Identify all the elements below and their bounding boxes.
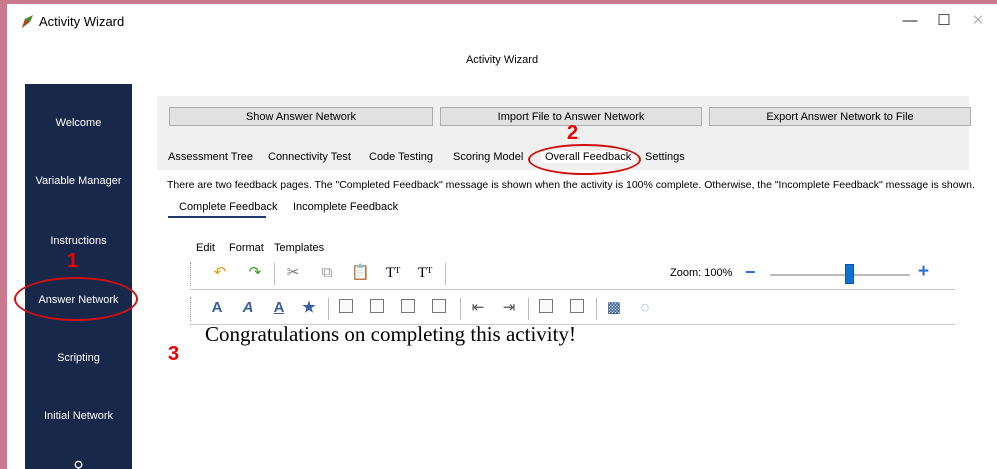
editor-body-text[interactable]: Congratulations on completing this activ… [205,322,576,347]
sidebar-item-scripting[interactable]: Scripting [25,352,132,364]
tab-code-testing[interactable]: Code Testing [369,151,433,163]
maximize-button[interactable]: ☐ [927,10,961,32]
italic-icon[interactable]: A [239,299,257,317]
align-left-icon[interactable] [337,299,355,317]
outdent-icon[interactable]: ⇤ [469,299,487,317]
cut-icon[interactable]: ✂ [284,264,302,282]
zoom-in-icon[interactable]: + [918,261,929,283]
search-icon[interactable]: ⚲ [25,458,132,469]
zoom-slider-track[interactable] [770,274,910,276]
toolbar-grip[interactable] [190,297,193,321]
toolbar-standard: ↶ ↷ ✂ ⧉ 📋 Tᵀ Tᵀ Zoom: 100% − + [190,259,955,290]
justify-icon[interactable] [430,299,448,317]
zoom-label: Zoom: 100% [670,267,733,279]
menu-templates[interactable]: Templates [274,242,324,254]
subtab-complete-feedback[interactable]: Complete Feedback [179,201,277,213]
subtab-incomplete-feedback[interactable]: Incomplete Feedback [293,201,398,213]
show-answer-network-button[interactable]: Show Answer Network [169,107,433,126]
menu-edit[interactable]: Edit [196,242,215,254]
sidebar-item-instructions[interactable]: Instructions [25,235,132,247]
window-title: Activity Wizard [39,14,125,29]
tab-connectivity-test[interactable]: Connectivity Test [268,151,351,163]
toolbar-separator [274,263,275,285]
align-center-icon[interactable] [368,299,386,317]
text-color-icon[interactable]: ★ [300,299,318,317]
tab-assessment-tree[interactable]: Assessment Tree [168,151,253,163]
export-answer-network-button[interactable]: Export Answer Network to File [709,107,971,126]
zoom-out-icon[interactable]: − [745,262,756,283]
sidebar-item-initial-network[interactable]: Initial Network [25,410,132,422]
bold-icon[interactable]: A [208,299,226,317]
redo-icon[interactable]: ↷ [246,264,264,282]
zoom-slider-thumb[interactable] [845,264,854,284]
toolbar-formatting: A A A ★ ⇤ ⇥ ▩ ◌ [190,294,955,325]
tab-scoring-model[interactable]: Scoring Model [453,151,523,163]
feedback-content: There are two feedback pages. The "Compl… [157,170,975,469]
toolbar-separator [596,298,597,320]
align-right-icon[interactable] [399,299,417,317]
app-window: Activity Wizard — ☐ ✕ Activity Wizard We… [7,4,997,469]
font-size-decrease-icon[interactable]: Tᵀ [384,264,402,282]
annotation-number-3: 3 [168,343,180,365]
annotation-number-1: 1 [67,250,79,272]
toolbar-grip[interactable] [190,262,193,286]
toolbar-separator [445,263,446,285]
numbered-list-icon[interactable] [537,299,555,317]
menu-format[interactable]: Format [229,242,264,254]
paste-icon[interactable]: 📋 [351,264,370,282]
toolbar-separator [328,298,329,320]
copy-icon[interactable]: ⧉ [318,264,336,282]
annotation-oval-1 [14,277,138,321]
undo-icon[interactable]: ↶ [211,264,229,282]
page-title: Activity Wizard [465,54,539,66]
bullet-list-icon[interactable] [568,299,586,317]
annotation-number-2: 2 [567,122,579,144]
minimize-button[interactable]: — [893,10,927,32]
annotation-oval-2 [528,144,641,175]
toolbar-separator [528,298,529,320]
font-size-increase-icon[interactable]: Tᵀ [416,264,434,282]
app-icon [22,15,33,28]
insert-image-icon[interactable]: ▩ [605,299,623,317]
subtab-active-indicator [168,216,266,218]
insert-link-icon[interactable]: ◌ [636,299,654,317]
title-bar: Activity Wizard — ☐ ✕ [7,4,997,38]
sidebar-item-variable-manager[interactable]: Variable Manager [25,175,132,187]
tab-settings[interactable]: Settings [645,151,685,163]
close-button[interactable]: ✕ [961,10,995,32]
feedback-info-text: There are two feedback pages. The "Compl… [167,179,975,191]
indent-icon[interactable]: ⇥ [500,299,518,317]
sidebar-item-welcome[interactable]: Welcome [25,117,132,129]
toolbar-separator [460,298,461,320]
underline-icon[interactable]: A [270,299,288,317]
